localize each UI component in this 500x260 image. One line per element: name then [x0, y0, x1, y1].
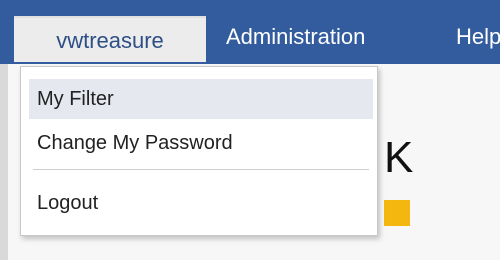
- background-heading-fragment: K: [384, 133, 414, 182]
- user-dropdown-menu: My Filter Change My Password Logout: [20, 66, 378, 236]
- menu-item-logout[interactable]: Logout: [29, 183, 373, 223]
- menu-item-my-filter[interactable]: My Filter: [29, 79, 373, 119]
- top-navbar: vwtreasure Administration Help: [0, 0, 500, 64]
- nav-help[interactable]: Help: [456, 19, 500, 55]
- nav-administration[interactable]: Administration: [226, 19, 365, 55]
- nav-user-menu[interactable]: vwtreasure: [14, 16, 206, 62]
- menu-divider: [33, 169, 369, 170]
- accent-bar: [384, 200, 410, 226]
- menu-item-change-password[interactable]: Change My Password: [29, 123, 373, 163]
